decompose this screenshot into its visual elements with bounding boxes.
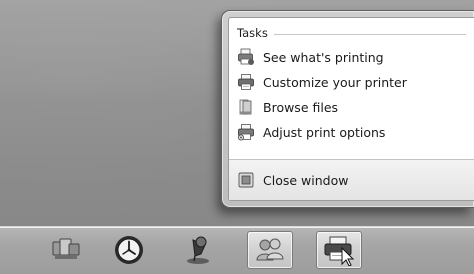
task-label: Customize your printer [263,74,407,90]
print-options-icon [237,123,255,141]
clock-icon [113,234,145,266]
tasks-section-header: Tasks [237,26,466,40]
task-see-whats-printing[interactable]: See what's printing [237,46,394,68]
tasks-section-title: Tasks [237,26,268,40]
task-label: Adjust print options [263,124,386,140]
printer-icon [237,73,255,91]
taskbar-button-clock[interactable] [106,231,152,269]
devices-icon [51,236,81,264]
jump-list-footer: Close window [229,159,474,200]
pin-icon [184,234,214,266]
taskbar-button-users[interactable] [247,231,293,269]
close-window-icon [237,171,255,189]
printer-jump-list: Tasks See what's printing Customize your… [221,10,474,208]
taskbar-button-printer[interactable] [316,231,362,269]
close-window-label: Close window [263,172,349,188]
users-icon [254,235,286,265]
task-customize-your-printer[interactable]: Customize your printer [237,71,417,93]
task-browse-files[interactable]: Browse files [237,96,348,118]
folder-icon [237,98,255,116]
task-label: See what's printing [263,49,384,65]
task-adjust-print-options[interactable]: Adjust print options [237,121,395,143]
close-window-button[interactable]: Close window [237,169,358,191]
taskbar [0,226,474,274]
printer-icon [322,234,356,266]
jump-list-panel: Tasks See what's printing Customize your… [228,17,474,201]
printer-queue-icon [237,48,255,66]
taskbar-button-pin[interactable] [176,231,222,269]
task-label: Browse files [263,99,339,115]
section-divider [273,33,466,35]
taskbar-button-devices[interactable] [43,231,89,269]
